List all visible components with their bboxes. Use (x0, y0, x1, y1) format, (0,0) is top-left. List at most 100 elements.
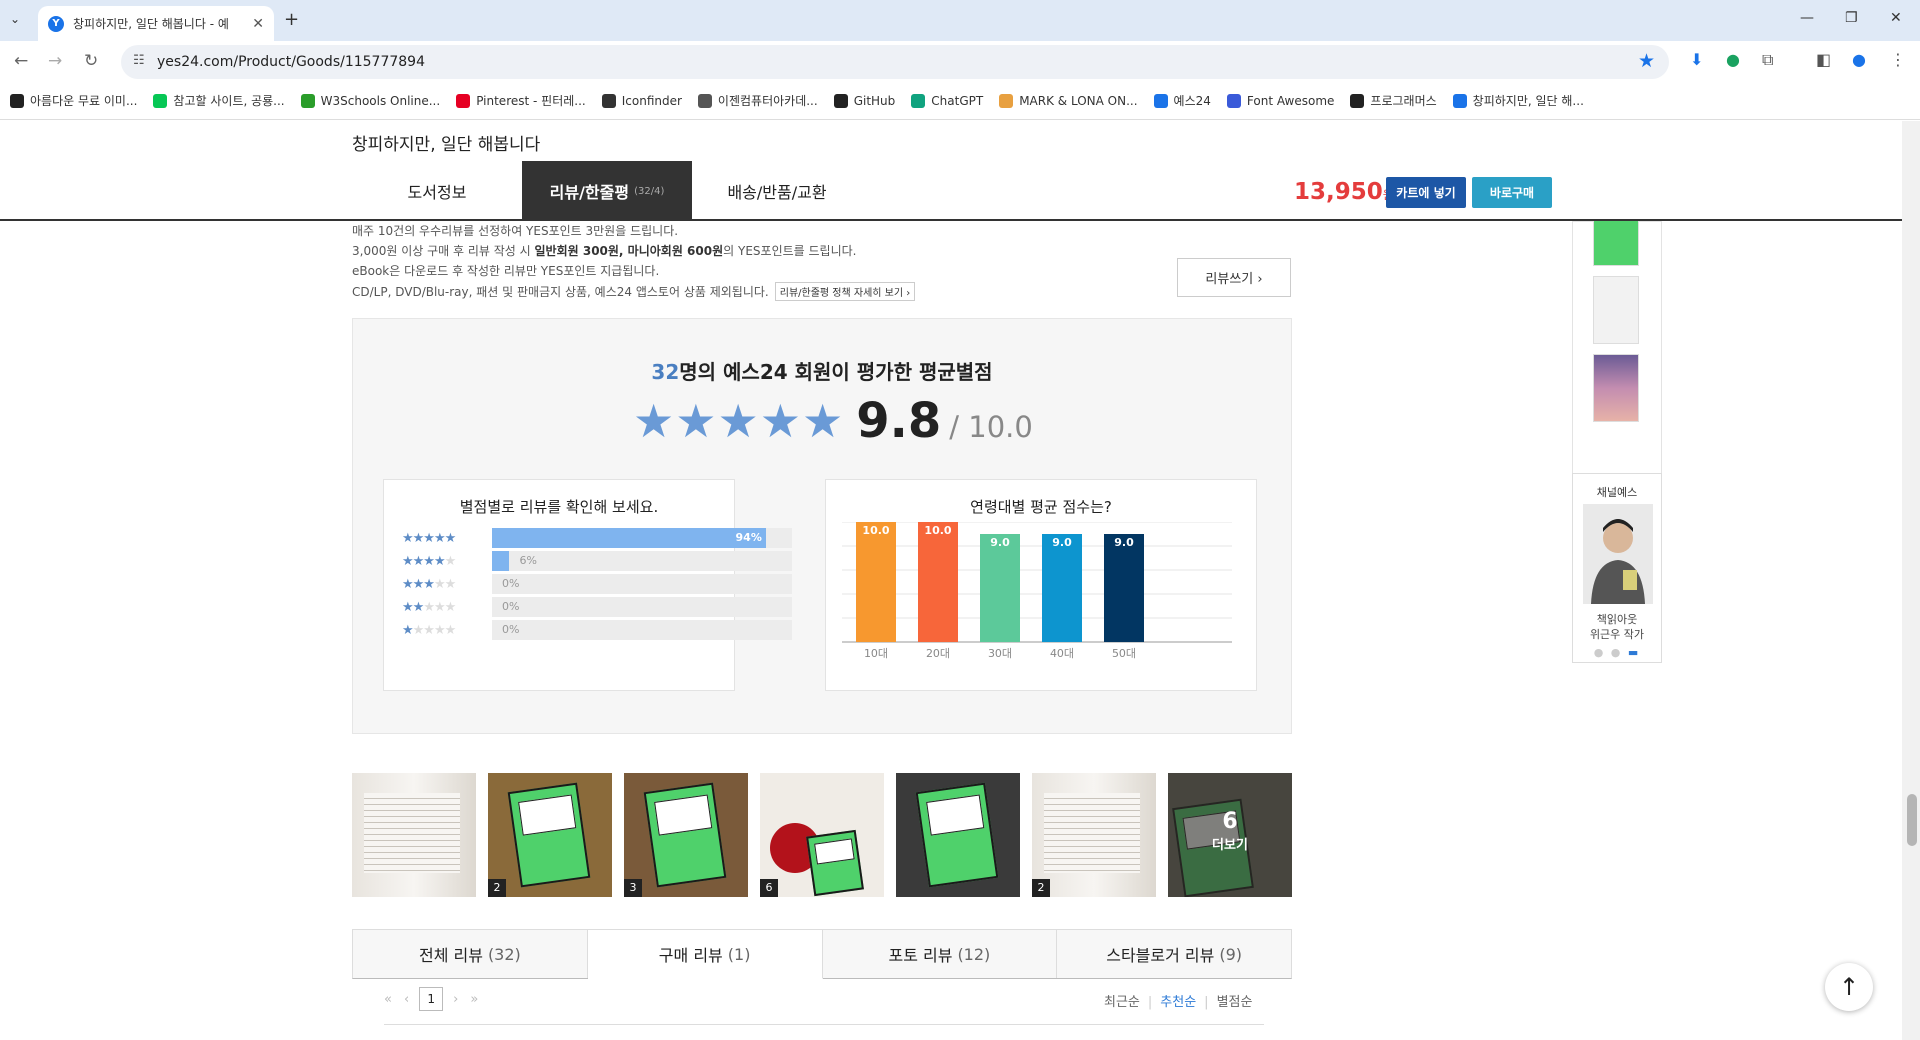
tab-book-info[interactable]: 도서정보 (352, 161, 522, 221)
carousel-dots[interactable]: ● ● ▬ (1573, 645, 1661, 660)
image-icon (10, 93, 24, 108)
url-text: yes24.com/Product/Goods/115777894 (157, 54, 425, 70)
bookmark-item[interactable]: W3Schools Online... (300, 93, 440, 108)
current-page[interactable]: 1 (419, 987, 444, 1011)
page-scrollbar[interactable] (1902, 121, 1920, 1040)
next-page-icon[interactable]: › (453, 992, 458, 1007)
profile-icon[interactable]: ● (1852, 50, 1866, 69)
distribution-row[interactable]: ★★★★★ 0% (402, 620, 792, 640)
row-stars-icon: ★★★★★ (402, 553, 456, 569)
review-tab[interactable]: 전체 리뷰 (32) (353, 930, 588, 978)
photo-count-badge: 3 (624, 879, 642, 897)
photo-thumbnail[interactable]: 2 (1032, 773, 1156, 897)
site-info-icon[interactable]: ☷ (133, 53, 145, 68)
notice-line-3: eBook은 다운로드 후 작성한 리뷰만 YES포인트 지급됩니다. (352, 264, 660, 278)
sort-recent[interactable]: 최근순 (1104, 995, 1140, 1010)
new-tab-icon[interactable]: + (284, 9, 299, 30)
bookmark-item[interactable]: GitHub (833, 93, 896, 108)
tab-reviews[interactable]: 리뷰/한줄평 (32/4) (522, 161, 692, 221)
reload-icon[interactable]: ↻ (84, 51, 98, 71)
review-tab[interactable]: 구매 리뷰 (1) (587, 930, 823, 979)
tab-delivery[interactable]: 배송/반품/교환 (692, 161, 862, 221)
rating-summary: 32명의 예스24 회원이 평가한 평균별점 ★ ★ ★ ★ ★ 9.8 / 1… (352, 318, 1292, 734)
write-review-button[interactable]: 리뷰쓰기 › (1177, 258, 1291, 297)
forward-icon[interactable]: → (48, 51, 62, 71)
bookmark-item[interactable]: 창피하지만, 일단 해... (1452, 92, 1584, 109)
photo-thumbnail[interactable] (352, 773, 476, 897)
x-tick-label: 50대 (1112, 647, 1136, 660)
photo-thumbnail[interactable]: 6 (760, 773, 884, 897)
distribution-bar-fill (492, 528, 766, 548)
scroll-to-top-button[interactable]: ↑ (1825, 963, 1873, 1011)
tab-search-icon[interactable]: ⌄ (10, 12, 20, 26)
restore-icon[interactable]: ❐ (1845, 10, 1858, 26)
book-cover-thumb[interactable] (1593, 354, 1639, 422)
add-to-cart-button[interactable]: 카트에 넣기 (1386, 177, 1466, 208)
caption-line-1: 책읽아웃 (1596, 613, 1638, 626)
back-icon[interactable]: ← (14, 51, 28, 71)
distribution-bar: 94% (492, 528, 792, 548)
sort-recommended[interactable]: 추천순 (1160, 995, 1196, 1010)
photo-thumbnail[interactable]: 6 더보기 (1168, 773, 1292, 897)
bookmark-item[interactable]: 아름다운 무료 이미... (10, 92, 137, 109)
sort-rating[interactable]: 별점순 (1217, 995, 1253, 1010)
distribution-row[interactable]: ★★★★★ 94% (402, 528, 792, 548)
review-policy-link[interactable]: 리뷰/한줄평 정책 자세히 보기 › (774, 282, 916, 301)
address-bar[interactable]: ☷ yes24.com/Product/Goods/115777894 ★ (121, 45, 1669, 79)
bookmark-item[interactable]: 프로그래머스 (1350, 92, 1437, 109)
extension-icon[interactable]: ● (1726, 50, 1740, 69)
average-score: 9.8 (856, 393, 942, 449)
buy-now-button[interactable]: 바로구매 (1472, 177, 1552, 208)
bookmark-item[interactable]: 이젠컴퓨터아카데... (697, 92, 818, 109)
last-page-icon[interactable]: » (470, 992, 478, 1007)
channel-yes-box[interactable]: 채널예스 책읽아웃 위근우 작가 ● ● ▬ (1572, 473, 1662, 663)
bookmark-item[interactable]: ChatGPT (911, 93, 983, 108)
bookmark-label: MARK & LONA ON... (1019, 93, 1138, 108)
age-chart-panel: 연령대별 평균 점수는? 10.0 10대 10.0 20대 9.0 30대 9.0 40대 9… (825, 479, 1257, 691)
book-cover-thumb[interactable] (1593, 276, 1639, 344)
close-window-icon[interactable]: ✕ (1890, 10, 1902, 26)
price-value: 13,950 (1294, 179, 1383, 205)
photo-thumbnail[interactable]: 2 (488, 773, 612, 897)
download-icon[interactable]: ⬇ (1690, 50, 1703, 69)
x-tick-label: 20대 (926, 647, 950, 660)
bookmark-item[interactable]: Font Awesome (1226, 93, 1334, 108)
distribution-row[interactable]: ★★★★★ 0% (402, 597, 792, 617)
bookmark-label: GitHub (853, 93, 896, 108)
distribution-row[interactable]: ★★★★★ 0% (402, 574, 792, 594)
bookmark-star-icon[interactable]: ★ (1638, 50, 1655, 72)
prev-page-icon[interactable]: ‹ (404, 992, 409, 1007)
bookmark-item[interactable]: 참고할 사이트, 공룡... (153, 92, 285, 109)
more-photos-button[interactable]: 6 더보기 (1168, 809, 1292, 853)
tab-close-icon[interactable]: ✕ (252, 16, 264, 32)
distribution-percent: 94% (735, 531, 762, 544)
bookmark-label: Pinterest - 핀터레... (476, 94, 586, 108)
bookmark-item[interactable]: Pinterest - 핀터레... (456, 92, 586, 109)
channel-caption: 책읽아웃 위근우 작가 ● ● ▬ (1573, 612, 1661, 660)
bookmark-label: 참고할 사이트, 공룡... (173, 94, 285, 108)
bookmark-item[interactable]: Iconfinder (601, 93, 682, 108)
notice-line-1: 매주 10건의 우수리뷰를 선정하여 YES포인트 3만원을 드립니다. (352, 224, 679, 238)
review-tab[interactable]: 스타블로거 리뷰 (9) (1057, 930, 1291, 978)
distribution-percent: 6% (519, 554, 537, 567)
distribution-row[interactable]: ★★★★★ 6% (402, 551, 792, 571)
first-page-icon[interactable]: « (384, 992, 392, 1007)
photo-thumbnail[interactable] (896, 773, 1020, 897)
scrollbar-thumb[interactable] (1907, 794, 1917, 846)
bookmark-item[interactable]: 예스24 (1153, 92, 1211, 109)
x-tick-label: 30대 (988, 647, 1012, 660)
review-tab[interactable]: 포토 리뷰 (12) (822, 930, 1058, 978)
divider (384, 1024, 1264, 1025)
bookmark-label: 이젠컴퓨터아카데... (717, 94, 818, 108)
browser-tab[interactable]: Y 창피하지만, 일단 해봅니다 - 예 ✕ (38, 6, 274, 41)
age-bar (1104, 534, 1144, 642)
photo-thumbnail[interactable]: 3 (624, 773, 748, 897)
side-panel-icon[interactable]: ◧ (1816, 50, 1831, 69)
extensions-puzzle-icon[interactable]: ⧉ (1762, 50, 1773, 70)
minimize-icon[interactable]: — (1800, 10, 1814, 26)
menu-kebab-icon[interactable]: ⋮ (1890, 50, 1906, 69)
bookmark-item[interactable]: MARK & LONA ON... (999, 93, 1138, 108)
mark-lona-icon (999, 93, 1014, 108)
tab-label: 리뷰/한줄평 (549, 183, 630, 202)
author-photo (1583, 504, 1653, 604)
